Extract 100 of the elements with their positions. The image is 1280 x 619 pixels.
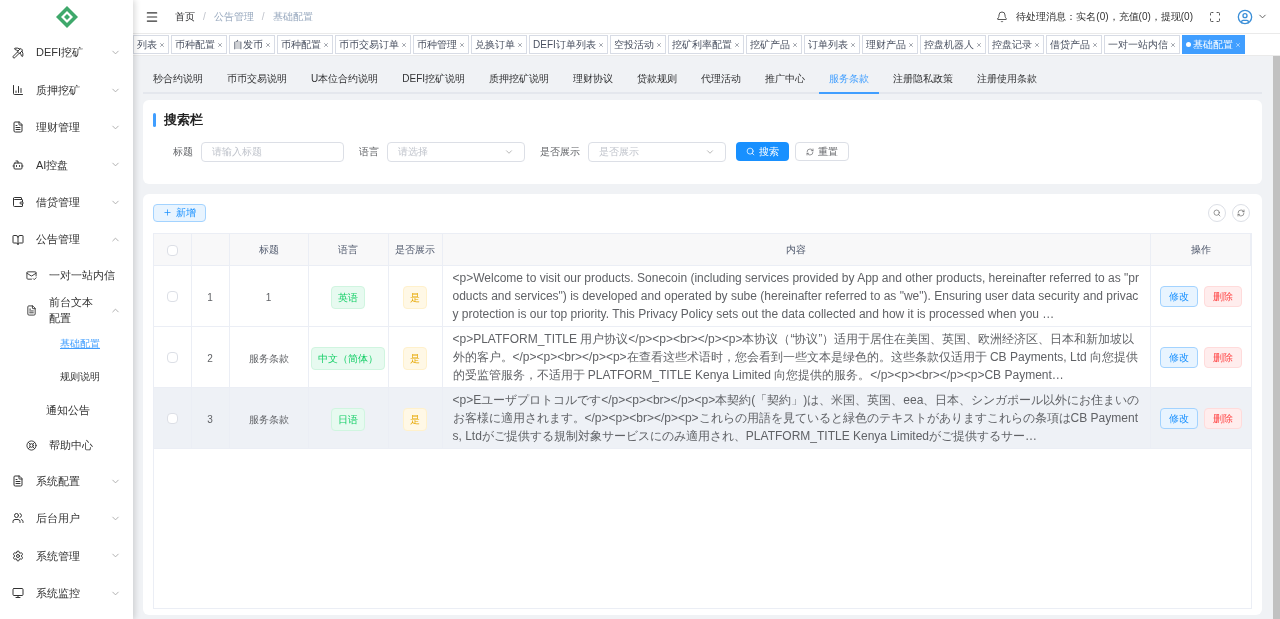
scrollbar[interactable] bbox=[1273, 56, 1280, 619]
sidebar-item[interactable]: 后台用户 bbox=[0, 499, 133, 538]
row-checkbox[interactable] bbox=[166, 413, 178, 425]
page-tab[interactable]: 币种配置 bbox=[277, 35, 333, 54]
field-label: 语言 bbox=[359, 145, 379, 159]
page-tab[interactable]: 挖矿产品 bbox=[745, 35, 802, 54]
close-icon[interactable] bbox=[1234, 41, 1241, 48]
sidebar-item[interactable]: 公告管理 bbox=[0, 220, 133, 259]
breadcrumb-separator: / bbox=[261, 10, 265, 24]
content-tab[interactable]: 代理活动 bbox=[691, 64, 751, 94]
column-header: 内容 bbox=[786, 243, 807, 255]
content-tab[interactable]: DEFI挖矿说明 bbox=[392, 64, 475, 94]
close-icon[interactable] bbox=[159, 41, 165, 48]
page-tab[interactable]: 兑换订单 bbox=[471, 35, 527, 54]
breadcrumb-item: 基础配置 bbox=[272, 10, 313, 24]
plus-icon bbox=[163, 208, 172, 217]
avatar-icon[interactable] bbox=[1237, 8, 1253, 25]
close-icon[interactable] bbox=[655, 41, 662, 48]
row-checkbox[interactable] bbox=[166, 291, 178, 303]
display-tag: 是 bbox=[403, 407, 427, 431]
close-icon[interactable] bbox=[975, 41, 982, 48]
page-tab[interactable]: 理财产品 bbox=[861, 35, 918, 54]
content-tab[interactable]: 推广中心 bbox=[755, 64, 815, 94]
close-icon[interactable] bbox=[1169, 41, 1176, 48]
table-cell: 1 bbox=[207, 292, 213, 303]
page-tab[interactable]: 订单列表 bbox=[803, 35, 860, 54]
column-header: 是否展示 bbox=[395, 243, 435, 255]
table-cell: 2 bbox=[207, 353, 213, 364]
content-tab[interactable]: 贷款规则 bbox=[627, 64, 687, 94]
close-icon[interactable] bbox=[791, 41, 798, 48]
page-tab[interactable]: 一对一站内信 bbox=[1103, 35, 1180, 54]
sidebar-item[interactable]: 帮助中心 bbox=[0, 427, 133, 463]
content-tab[interactable]: 质押挖矿说明 bbox=[479, 64, 559, 94]
table-row[interactable] bbox=[154, 265, 1251, 327]
search-icon bbox=[746, 147, 755, 156]
content-tab[interactable]: U本位合约说明 bbox=[301, 64, 389, 94]
refresh-icon bbox=[806, 147, 814, 156]
column-header: 语言 bbox=[338, 243, 358, 255]
page-tab[interactable]: DEFI订单列表 bbox=[529, 35, 608, 54]
breadcrumb-item[interactable]: 首页 bbox=[175, 9, 195, 24]
sidebar-item[interactable]: 一对一站内信 bbox=[0, 258, 133, 293]
sidebar-item[interactable]: AI控盘 bbox=[0, 146, 133, 184]
bell-icon[interactable] bbox=[996, 10, 1009, 23]
breadcrumb-separator: / bbox=[203, 10, 206, 24]
sidebar-item[interactable]: 借贷管理 bbox=[0, 183, 133, 221]
content-tab[interactable]: 理财协议 bbox=[563, 64, 623, 94]
reset-button[interactable]: 重置 bbox=[795, 142, 849, 161]
close-icon[interactable] bbox=[217, 41, 223, 48]
sidebar-item[interactable]: 前台文本配置 bbox=[0, 292, 133, 328]
content-text: <p>PLATFORM_TITLE 用户协议</p><p><br></p><p>本协议（“协议”）适用于居住在美国、英国、欧洲经济区、日本和新加坡以外的客户。</p><p><br></p><p>在查看这些术语时，您会看到一些文本是绿色的。这些条款仅适用于 CB Payments, Ltd 向您提供的受监管服务，不适用于 PLATFORM_TITLE Kenya Limited 向您提供的服务。</p><p><br></p><p>CB Payment… bbox=[452, 331, 1139, 384]
close-icon[interactable] bbox=[849, 41, 856, 48]
page-tab[interactable]: 控盘机器人 bbox=[919, 35, 986, 54]
close-icon[interactable] bbox=[517, 41, 523, 48]
content-text: <p>Welcome to visit our products. Sonecoin (including services provided by App and other products, hereinafter referred to as "products and services") is developed and operated by sube (hereinafter referred to as "we"). Ensuring user data security and privacy protection is our top priority. This Privacy Policy sets out the data collected and how it is processed when you … bbox=[452, 270, 1140, 323]
close-icon[interactable] bbox=[907, 41, 914, 48]
close-icon[interactable] bbox=[1033, 41, 1040, 48]
page-tab[interactable]: 控盘记录 bbox=[987, 35, 1044, 54]
table-cell: 服务条款 bbox=[248, 414, 289, 425]
language-tag: 英语 bbox=[331, 285, 365, 309]
sidebar-item[interactable]: DEFI挖矿 bbox=[0, 34, 133, 72]
fullscreen-icon[interactable] bbox=[1209, 10, 1221, 23]
content-tab[interactable]: 注册隐私政策 bbox=[883, 64, 963, 94]
sidebar-item[interactable]: 通知公告 bbox=[0, 393, 133, 428]
field-label: 标题 bbox=[173, 145, 193, 159]
sidebar-item[interactable]: 质押挖矿 bbox=[0, 71, 133, 109]
content-tab[interactable]: 秒合约说明 bbox=[143, 64, 213, 94]
page-tab[interactable]: 币种配置 bbox=[171, 35, 227, 54]
close-icon[interactable] bbox=[1091, 41, 1098, 48]
close-icon[interactable] bbox=[459, 41, 465, 48]
select-all-checkbox[interactable] bbox=[166, 244, 178, 256]
table-cell: 服务条款 bbox=[248, 353, 289, 364]
sidebar-item[interactable]: 系统配置 bbox=[0, 462, 133, 500]
table-cell: 3 bbox=[207, 414, 213, 425]
field-label: 是否展示 bbox=[540, 145, 580, 159]
display-tag: 是 bbox=[403, 285, 427, 309]
close-icon[interactable] bbox=[265, 41, 271, 48]
page-tab[interactable]: 币币交易订单 bbox=[335, 35, 411, 54]
column-header: 操作 bbox=[1190, 243, 1211, 255]
page-tab[interactable]: 列表 bbox=[133, 35, 169, 54]
page-tab[interactable]: 挖矿利率配置 bbox=[667, 35, 744, 54]
sidebar-item[interactable]: 理财管理 bbox=[0, 108, 133, 147]
sidebar-item[interactable]: 系统管理 bbox=[0, 537, 133, 575]
page-tab[interactable]: 空投活动 bbox=[609, 35, 666, 54]
page-tab[interactable]: 币种管理 bbox=[413, 35, 469, 54]
table-row[interactable] bbox=[154, 387, 1251, 449]
content-tab[interactable]: 注册使用条款 bbox=[967, 64, 1047, 94]
table-row[interactable] bbox=[154, 326, 1251, 388]
section-title: 搜索栏 bbox=[164, 111, 203, 129]
close-icon[interactable] bbox=[597, 41, 604, 48]
close-icon[interactable] bbox=[733, 41, 740, 48]
sidebar-item[interactable]: 系统监控 bbox=[0, 574, 133, 612]
language-tag: 日语 bbox=[331, 407, 365, 431]
page-tab[interactable]: 借贷产品 bbox=[1045, 35, 1102, 54]
column-header: 标题 bbox=[258, 243, 279, 255]
sidebar-item[interactable]: 规则说明 bbox=[60, 369, 100, 385]
content-tab[interactable]: 币币交易说明 bbox=[217, 64, 297, 94]
close-icon[interactable] bbox=[323, 41, 329, 48]
row-checkbox[interactable] bbox=[166, 352, 178, 364]
page-tab[interactable]: 自发币 bbox=[229, 35, 275, 54]
close-icon[interactable] bbox=[401, 41, 407, 48]
